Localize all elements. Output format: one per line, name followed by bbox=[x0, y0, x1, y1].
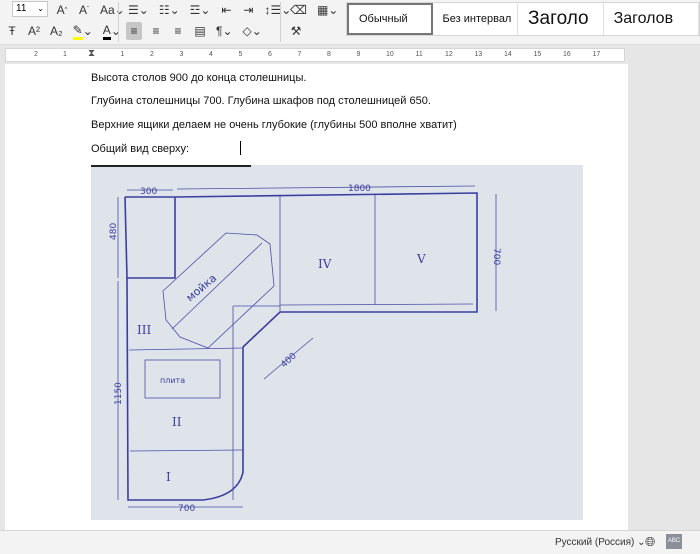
style-label: Без интервал bbox=[442, 13, 512, 25]
font-color-icon: A bbox=[102, 23, 111, 40]
ruler-label: 3 bbox=[179, 51, 184, 58]
multilevel-list-button[interactable]: ☲⌄ bbox=[188, 1, 213, 19]
paragraph: Высота столов 900 до конца столешницы. bbox=[91, 72, 307, 84]
change-case-button[interactable]: Aa⌄ bbox=[98, 1, 127, 19]
justify-button[interactable]: ▤ bbox=[192, 22, 208, 40]
ruler-label: 15 bbox=[533, 51, 542, 58]
ruler-label: 2 bbox=[150, 51, 154, 58]
dimension-label: 480 bbox=[109, 223, 119, 240]
font-color-button[interactable]: A ⌄ bbox=[101, 22, 123, 40]
photo-edge bbox=[91, 165, 251, 167]
strikethrough-button[interactable]: Ŧ bbox=[4, 22, 20, 40]
ruler-label: 10 bbox=[386, 51, 394, 58]
ruler-label: 8 bbox=[327, 51, 331, 58]
eraser-icon[interactable]: ⌫ bbox=[288, 1, 309, 19]
paragraph: Глубина столешницы 700. Глубина шкафов п… bbox=[91, 95, 431, 107]
stove-label: плита bbox=[160, 376, 185, 385]
document-page[interactable]: Высота столов 900 до конца столешницы. Г… bbox=[5, 64, 628, 530]
ruler-label: 14 bbox=[504, 51, 512, 58]
paragraph-marks-button[interactable]: ¶⌄ bbox=[214, 22, 235, 40]
globe-icon[interactable]: 🌐︎ bbox=[645, 534, 655, 550]
align-left-button[interactable]: ≡ bbox=[126, 22, 142, 40]
ruler-label: 6 bbox=[268, 51, 272, 58]
style-label: Обычный bbox=[359, 13, 408, 25]
style-heading-2[interactable]: Заголов bbox=[604, 3, 699, 35]
highlighter-icon: ✎ bbox=[72, 23, 83, 40]
increase-indent-button[interactable]: ⇥ bbox=[240, 1, 256, 19]
shading-button[interactable]: ◇⌄ bbox=[241, 22, 264, 40]
paper-background bbox=[91, 165, 583, 520]
font-size-value: 11 bbox=[16, 3, 27, 14]
subscript-button[interactable]: A₂ bbox=[48, 22, 65, 40]
chevron-down-icon: ⌄ bbox=[37, 4, 44, 13]
borders-button[interactable]: ▦⌄ bbox=[315, 1, 340, 19]
highlight-button[interactable]: ✎ ⌄ bbox=[71, 22, 95, 40]
bullets-button[interactable]: ☰⌄ bbox=[126, 1, 151, 19]
ruler-label: 1 bbox=[120, 51, 125, 58]
paragraph: Верхние ящики делаем не очень глубокие (… bbox=[91, 119, 457, 131]
paragraph: Общий вид сверху: bbox=[91, 143, 190, 155]
format-painter-button[interactable]: ⚒ bbox=[288, 22, 304, 40]
language-button[interactable]: Русский (Россия) ⌄ bbox=[555, 537, 646, 548]
dimension-label: 1800 bbox=[348, 184, 371, 194]
horizontal-ruler[interactable]: 2 1 1 2 3 4 5 6 7 8 9 10 11 12 13 14 15 16 17 ⧗ bbox=[5, 48, 625, 62]
text-cursor bbox=[240, 141, 241, 155]
section-label: II bbox=[172, 415, 182, 429]
ruler-label: 13 bbox=[474, 51, 483, 58]
ruler-label: 12 bbox=[445, 51, 453, 58]
styles-gallery: Обычный Без интервал Заголо Заголов bbox=[346, 2, 700, 36]
style-heading-1[interactable]: Заголо bbox=[518, 3, 604, 35]
dimension-label: 700 bbox=[491, 248, 501, 265]
kitchen-sketch-image[interactable]: 300 1800 480 700 1150 700 400 мойка плит… bbox=[91, 165, 583, 520]
ruler-label: 2 bbox=[34, 51, 38, 58]
status-bar: Русский (Россия) ⌄ 🌐︎ ABC bbox=[0, 530, 700, 554]
ruler-label: 7 bbox=[297, 51, 302, 58]
section-label: I bbox=[166, 470, 171, 484]
ruler-label: 11 bbox=[415, 51, 423, 58]
divider bbox=[118, 2, 119, 42]
decrease-indent-button[interactable]: ⇤ bbox=[218, 1, 234, 19]
superscript-button[interactable]: A² bbox=[26, 22, 42, 40]
align-center-button[interactable]: ≡ bbox=[148, 22, 164, 40]
spellcheck-icon[interactable]: ABC bbox=[666, 534, 682, 549]
dimension-label: 700 bbox=[178, 504, 195, 514]
style-no-spacing[interactable]: Без интервал bbox=[433, 3, 519, 35]
section-label: V bbox=[416, 252, 426, 266]
font-size-select[interactable]: 11 ⌄ bbox=[12, 1, 48, 17]
section-label: IV bbox=[318, 257, 332, 271]
style-normal[interactable]: Обычный bbox=[347, 3, 433, 35]
numbering-button[interactable]: ☷⌄ bbox=[157, 1, 182, 19]
ruler-label: 4 bbox=[209, 51, 213, 58]
indent-marker-icon[interactable]: ⧗ bbox=[88, 48, 95, 59]
dimension-label: 300 bbox=[140, 187, 157, 197]
language-label: Русский (Россия) bbox=[555, 537, 635, 548]
ruler-label: 17 bbox=[592, 51, 601, 58]
style-label: Заголо bbox=[528, 8, 589, 29]
ruler-label: 16 bbox=[563, 51, 571, 58]
grow-font-button[interactable]: A ^ bbox=[54, 1, 70, 19]
divider bbox=[280, 2, 281, 42]
ruler-label: 5 bbox=[238, 51, 243, 58]
ribbon-toolbar: 11 ⌄ A ^ Aˇ Aa⌄ Ŧ A² A₂ ✎ ⌄ A ⌄ ☰⌄ ☷⌄ ☲⌄ ⇤ ⇥… bbox=[0, 0, 700, 45]
section-label: III bbox=[137, 323, 151, 337]
ruler-label: 1 bbox=[63, 51, 67, 58]
ruler-label: 9 bbox=[356, 51, 361, 58]
style-label: Заголов bbox=[613, 10, 674, 27]
dimension-label: 1150 bbox=[114, 382, 124, 405]
align-right-button[interactable]: ≡ bbox=[170, 22, 186, 40]
shrink-font-button[interactable]: Aˇ bbox=[76, 1, 92, 19]
